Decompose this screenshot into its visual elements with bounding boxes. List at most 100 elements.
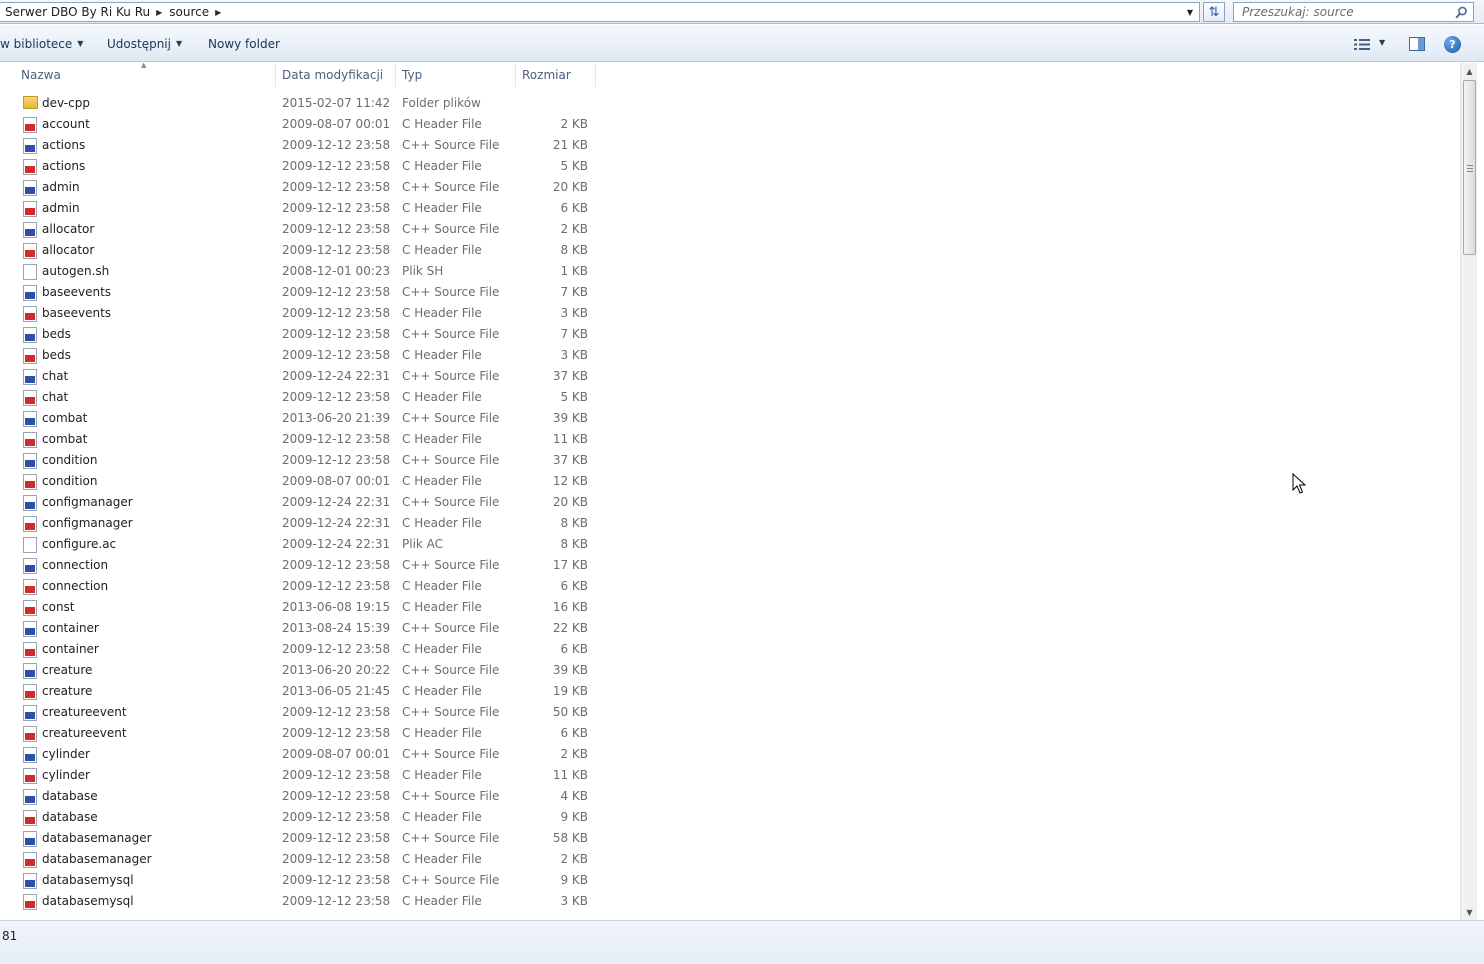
- breadcrumb-item-server[interactable]: Serwer DBO By Ri Ku Ru: [5, 5, 150, 19]
- search-icon[interactable]: [1455, 6, 1468, 19]
- breadcrumb-arrow-icon[interactable]: ▶: [156, 8, 162, 17]
- file-row[interactable]: admin 2009-12-12 23:58 C++ Source File 20 K…: [0, 177, 1460, 198]
- new-folder-button[interactable]: Nowy folder: [208, 25, 280, 62]
- h-file-icon: [23, 579, 37, 595]
- file-row[interactable]: beds 2009-12-12 23:58 C++ Source File 7 KB: [0, 324, 1460, 345]
- file-size: 6 KB: [560, 579, 588, 593]
- cpp-file-icon: [23, 621, 37, 637]
- file-row[interactable]: configmanager 2009-12-24 22:31 C Header Fi…: [0, 513, 1460, 534]
- file-row[interactable]: databasemysql 2009-12-12 23:58 C Header Fi…: [0, 891, 1460, 912]
- file-size: 11 KB: [552, 432, 588, 446]
- file-row[interactable]: databasemanager 2009-12-12 23:58 C Header …: [0, 849, 1460, 870]
- file-row[interactable]: condition 2009-08-07 00:01 C Header File 12…: [0, 471, 1460, 492]
- cpp-file-icon: [23, 789, 37, 805]
- file-row[interactable]: database 2009-12-12 23:58 C Header File 9 K…: [0, 807, 1460, 828]
- file-date: 2009-12-12 23:58: [282, 810, 391, 824]
- file-date: 2009-08-07 00:01: [282, 117, 391, 131]
- file-row[interactable]: dev-cpp 2015-02-07 11:42 Folder plików: [0, 93, 1460, 114]
- scroll-up-icon[interactable]: ▲: [1461, 63, 1478, 79]
- file-type: Plik SH: [402, 264, 444, 278]
- chevron-down-icon: ▼: [77, 39, 84, 48]
- file-type: C++ Source File: [402, 369, 500, 383]
- file-row[interactable]: allocator 2009-12-12 23:58 C Header File 8 …: [0, 240, 1460, 261]
- file-row[interactable]: cylinder 2009-08-07 00:01 C++ Source File 2…: [0, 744, 1460, 765]
- column-date-label: Data modyfikacji: [282, 68, 384, 82]
- file-row[interactable]: creatureevent 2009-12-12 23:58 C++ Source …: [0, 702, 1460, 723]
- address-dropdown-icon[interactable]: ▼: [1181, 3, 1199, 21]
- preview-pane-icon[interactable]: [1409, 37, 1425, 51]
- file-row[interactable]: configmanager 2009-12-24 22:31 C++ Source …: [0, 492, 1460, 513]
- h-file-icon: [23, 432, 37, 448]
- file-size: 20 KB: [552, 180, 588, 194]
- view-dropdown-icon[interactable]: ▼: [1379, 38, 1385, 47]
- file-row[interactable]: container 2009-12-12 23:58 C Header File 6 …: [0, 639, 1460, 660]
- file-row[interactable]: cylinder 2009-12-12 23:58 C Header File 11 …: [0, 765, 1460, 786]
- cpp-file-icon: [23, 180, 37, 196]
- search-input[interactable]: Przeszukaj: source: [1233, 2, 1474, 22]
- breadcrumb[interactable]: Serwer DBO By Ri Ku Ru ▶ source ▶ ▼: [0, 2, 1200, 22]
- file-row[interactable]: admin 2009-12-12 23:58 C Header File 6 KB: [0, 198, 1460, 219]
- file-row[interactable]: condition 2009-12-12 23:58 C++ Source File…: [0, 450, 1460, 471]
- file-row[interactable]: const 2013-06-08 19:15 C Header File 16 KB: [0, 597, 1460, 618]
- file-name: databasemysql: [42, 873, 134, 887]
- help-icon[interactable]: ?: [1444, 36, 1461, 53]
- address-bar: Serwer DBO By Ri Ku Ru ▶ source ▶ ▼ ⇅ Pr…: [0, 0, 1484, 24]
- file-date: 2013-08-24 15:39: [282, 621, 391, 635]
- file-row[interactable]: container 2013-08-24 15:39 C++ Source File…: [0, 618, 1460, 639]
- scroll-down-icon[interactable]: ▼: [1461, 904, 1478, 920]
- file-row[interactable]: combat 2013-06-20 21:39 C++ Source File 39 …: [0, 408, 1460, 429]
- file-row[interactable]: allocator 2009-12-12 23:58 C++ Source File…: [0, 219, 1460, 240]
- file-row[interactable]: actions 2009-12-12 23:58 C Header File 5 KB: [0, 156, 1460, 177]
- file-row[interactable]: connection 2009-12-12 23:58 C++ Source Fil…: [0, 555, 1460, 576]
- file-type: C Header File: [402, 243, 482, 257]
- refresh-button[interactable]: ⇅: [1203, 2, 1225, 22]
- file-date: 2009-12-12 23:58: [282, 873, 391, 887]
- file-name: beds: [42, 348, 71, 362]
- file-row[interactable]: chat 2009-12-12 23:58 C Header File 5 KB: [0, 387, 1460, 408]
- file-name: database: [42, 810, 98, 824]
- h-file-icon: [23, 768, 37, 784]
- file-type: C++ Source File: [402, 663, 500, 677]
- column-header-size[interactable]: Rozmiar: [516, 63, 596, 87]
- file-date: 2013-06-05 21:45: [282, 684, 391, 698]
- file-row[interactable]: creature 2013-06-05 21:45 C Header File 19 …: [0, 681, 1460, 702]
- file-date: 2009-12-12 23:58: [282, 831, 391, 845]
- file-row[interactable]: chat 2009-12-24 22:31 C++ Source File 37 KB: [0, 366, 1460, 387]
- breadcrumb-arrow-icon[interactable]: ▶: [215, 8, 221, 17]
- file-type: C++ Source File: [402, 285, 500, 299]
- file-row[interactable]: beds 2009-12-12 23:58 C Header File 3 KB: [0, 345, 1460, 366]
- file-date: 2009-12-12 23:58: [282, 306, 391, 320]
- item-count: 81: [2, 929, 18, 943]
- file-row[interactable]: creatureevent 2009-12-12 23:58 C Header Fi…: [0, 723, 1460, 744]
- file-row[interactable]: connection 2009-12-12 23:58 C Header File 6…: [0, 576, 1460, 597]
- file-row[interactable]: database 2009-12-12 23:58 C++ Source File 4…: [0, 786, 1460, 807]
- file-row[interactable]: databasemysql 2009-12-12 23:58 C++ Source …: [0, 870, 1460, 891]
- file-type: C Header File: [402, 726, 482, 740]
- include-in-library-button[interactable]: w bibliotece ▼: [0, 25, 83, 62]
- file-row[interactable]: configure.ac 2009-12-24 22:31 Plik AC 8 KB: [0, 534, 1460, 555]
- file-type: C Header File: [402, 432, 482, 446]
- share-button[interactable]: Udostępnij ▼: [107, 25, 182, 62]
- h-file-icon: [23, 516, 37, 532]
- file-row[interactable]: baseevents 2009-12-12 23:58 C Header File 3…: [0, 303, 1460, 324]
- file-type: C Header File: [402, 852, 482, 866]
- view-options-icon[interactable]: [1354, 39, 1370, 50]
- file-date: 2009-12-12 23:58: [282, 285, 391, 299]
- scroll-thumb[interactable]: [1463, 80, 1476, 255]
- file-row[interactable]: baseevents 2009-12-12 23:58 C++ Source Fil…: [0, 282, 1460, 303]
- file-row[interactable]: creature 2013-06-20 20:22 C++ Source File 3…: [0, 660, 1460, 681]
- file-name: const: [42, 600, 75, 614]
- file-row[interactable]: combat 2009-12-12 23:58 C Header File 11 KB: [0, 429, 1460, 450]
- column-type-label: Typ: [402, 68, 423, 82]
- file-date: 2009-12-12 23:58: [282, 642, 391, 656]
- file-row[interactable]: actions 2009-12-12 23:58 C++ Source File 21…: [0, 135, 1460, 156]
- vertical-scrollbar[interactable]: ▲ ▼: [1460, 63, 1477, 920]
- file-row[interactable]: account 2009-08-07 00:01 C Header File 2 KB: [0, 114, 1460, 135]
- column-header-type[interactable]: Typ: [396, 63, 516, 87]
- file-row[interactable]: autogen.sh 2008-12-01 00:23 Plik SH 1 KB: [0, 261, 1460, 282]
- file-row[interactable]: databasemanager 2009-12-12 23:58 C++ Sourc…: [0, 828, 1460, 849]
- breadcrumb-item-source[interactable]: source: [169, 5, 209, 19]
- h-file-icon: [23, 474, 37, 490]
- column-header-date[interactable]: Data modyfikacji: [276, 63, 396, 87]
- file-date: 2009-12-12 23:58: [282, 432, 391, 446]
